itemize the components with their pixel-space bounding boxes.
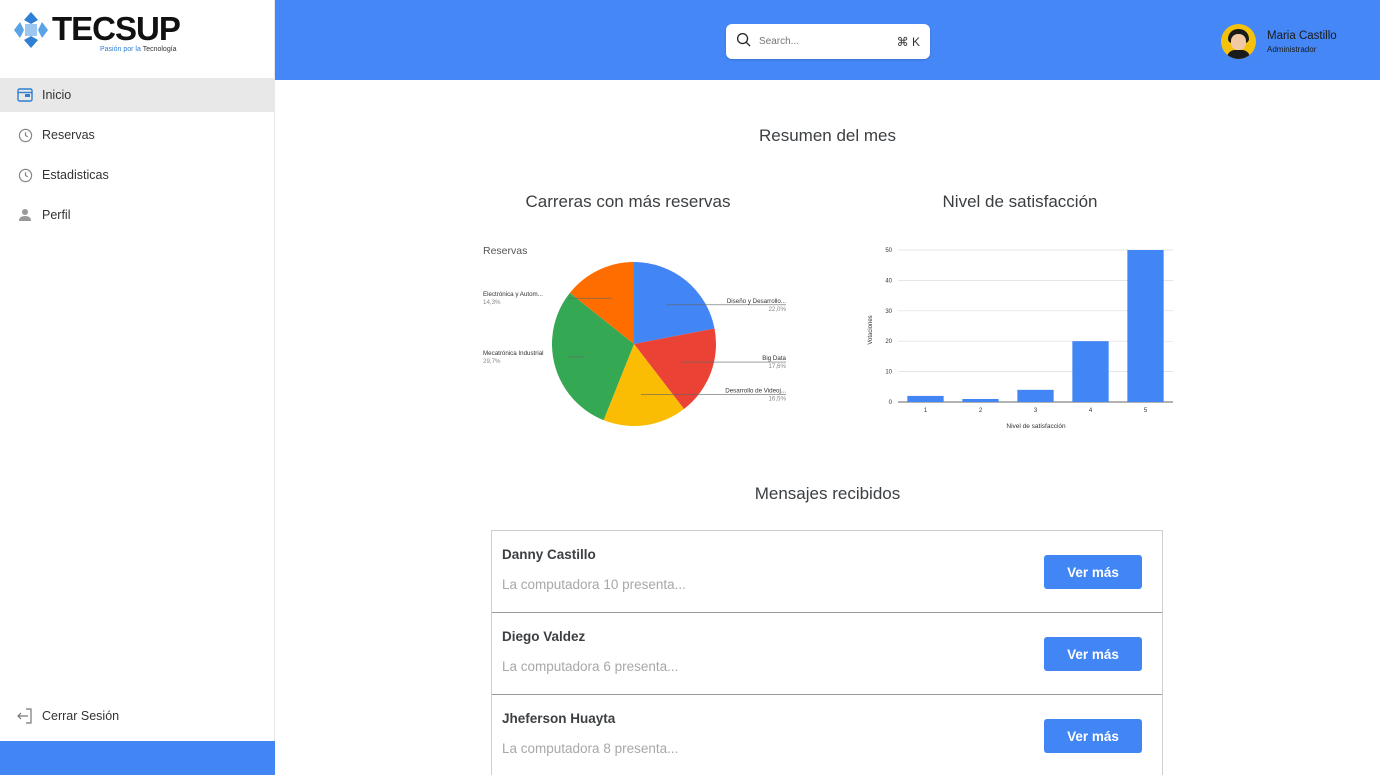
clock-icon [16,126,34,144]
tecsup-logo[interactable]: TECSUP Pasión por la Tecnología [12,8,182,60]
bar-chart-xlabel: Nivel de satisfacción [1006,423,1066,430]
bar-chart-svg: Votaciones Nivel de satisfacción 0 10 20 30… [868,248,1173,430]
bar-y-tick-label: 0 [889,400,893,406]
sidebar-item-label: Reservas [42,128,95,142]
sidebar: TECSUP Pasión por la Tecnología Inicio R… [0,0,275,775]
message-preview: La computadora 10 presenta... [502,577,686,592]
top-header: ⌘ K Maria Castillo Administrador [275,0,1380,80]
bar-chart-ylabel: Votaciones [868,315,874,344]
pie-slice-label: Diseño y Desarrollo... [727,298,786,305]
bar-chart-title: Nivel de satisfacción [942,192,1098,211]
bar-y-tick-label: 40 [885,278,892,284]
messages-title: Mensajes recibidos [754,484,901,503]
pie-slice-pct: 16,5% [768,395,786,402]
bar-chart: Votaciones Nivel de satisfacción 0 10 20 30… [862,238,1182,438]
pie-chart-title: Carreras con más reservas [525,192,731,211]
logo-mark-icon [14,12,48,48]
clock-icon [16,166,34,184]
message-row: Jheferson Huayta La computadora 8 presen… [492,695,1162,775]
sidebar-item-reservas[interactable]: Reservas [0,118,275,152]
bar-rect [962,398,999,402]
bar-y-tick-label: 50 [885,248,892,254]
bar-rect [1017,389,1054,402]
person-icon [16,206,34,224]
user-role: Administrador [1267,44,1317,54]
view-more-button[interactable]: Ver más [1044,637,1142,671]
sidebar-footer-bar [0,741,275,775]
bar-y-tick-label: 20 [885,339,892,345]
pie-slice-label: Electrónica y Autom... [483,291,543,298]
sidebar-item-estadisticas[interactable]: Estadisticas [0,158,275,192]
user-name: Maria Castillo [1267,29,1337,42]
bar-y-tick-label: 10 [885,370,892,376]
message-sender: Danny Castillo [502,547,596,562]
avatar [1221,24,1256,59]
pie-chart: Reservas Diseño y Desarrollo... 22,0% Big … [478,238,793,438]
bar-x-tick-label: 1 [924,408,928,414]
bar-rect [907,395,944,402]
bar-y-tick-label: 30 [885,309,892,315]
bar-x-tick-label: 2 [979,408,983,414]
logo-tagline: Pasión por la Tecnología [100,46,177,53]
message-sender: Jheferson Huayta [502,711,616,726]
search-icon [736,32,751,52]
sidebar-item-perfil[interactable]: Perfil [0,198,275,232]
sidebar-item-inicio[interactable]: Inicio [0,78,275,112]
logout-button[interactable]: Cerrar Sesión [16,707,119,725]
bar-x-tick-label: 3 [1034,408,1038,414]
sidebar-nav: Inicio Reservas Estadisticas Perfil [0,78,275,238]
bar-rect [1072,341,1109,402]
logo-tagline-prefix: Pasión por la [100,46,143,53]
message-row: Diego Valdez La computadora 6 presenta..… [492,613,1162,695]
message-preview: La computadora 6 presenta... [502,659,679,674]
search-input[interactable] [759,36,889,47]
bar-x-tick-label: 4 [1089,408,1093,414]
pie-chart-svg: Reservas Diseño y Desarrollo...22,0% Big … [483,245,787,426]
page-title: Resumen del mes [758,126,896,145]
logo-tagline-emph: Tecnología [142,46,177,53]
search-box[interactable]: ⌘ K [726,24,930,59]
message-preview: La computadora 8 presenta... [502,741,679,756]
pie-slice-pct: 17,6% [768,363,786,370]
logout-label: Cerrar Sesión [42,709,120,723]
message-row: Danny Castillo La computadora 10 present… [492,531,1162,613]
bar-rect [1127,250,1164,402]
user-info: Maria Castillo Administrador [1267,30,1337,54]
search-shortcut-hint: ⌘ K [896,34,920,49]
view-more-button[interactable]: Ver más [1044,719,1142,753]
message-sender: Diego Valdez [502,629,586,644]
messages-list: Danny Castillo La computadora 10 present… [491,530,1163,775]
pie-slice-label: Desarrollo de Videoj... [725,387,786,394]
pie-slice-pct: 22,0% [768,306,786,313]
sidebar-item-label: Perfil [42,208,71,222]
logo-wordmark: TECSUP [52,10,181,47]
pie-slice-pct: 29,7% [483,358,501,365]
view-more-button[interactable]: Ver más [1044,555,1142,589]
logout-icon [16,707,34,725]
bar-x-tick-label: 5 [1144,408,1148,414]
sidebar-item-label: Inicio [42,88,72,102]
pie-slice-label: Big Data [762,355,786,362]
pie-slice-pct: 14,3% [483,299,501,306]
window-icon [16,86,34,104]
pie-chart-inner-title: Reservas [483,245,527,257]
sidebar-item-label: Estadisticas [42,168,109,182]
pie-slice-label: Mecatrónica Industrial [483,350,544,357]
user-menu[interactable]: Maria Castillo Administrador [1221,24,1337,59]
